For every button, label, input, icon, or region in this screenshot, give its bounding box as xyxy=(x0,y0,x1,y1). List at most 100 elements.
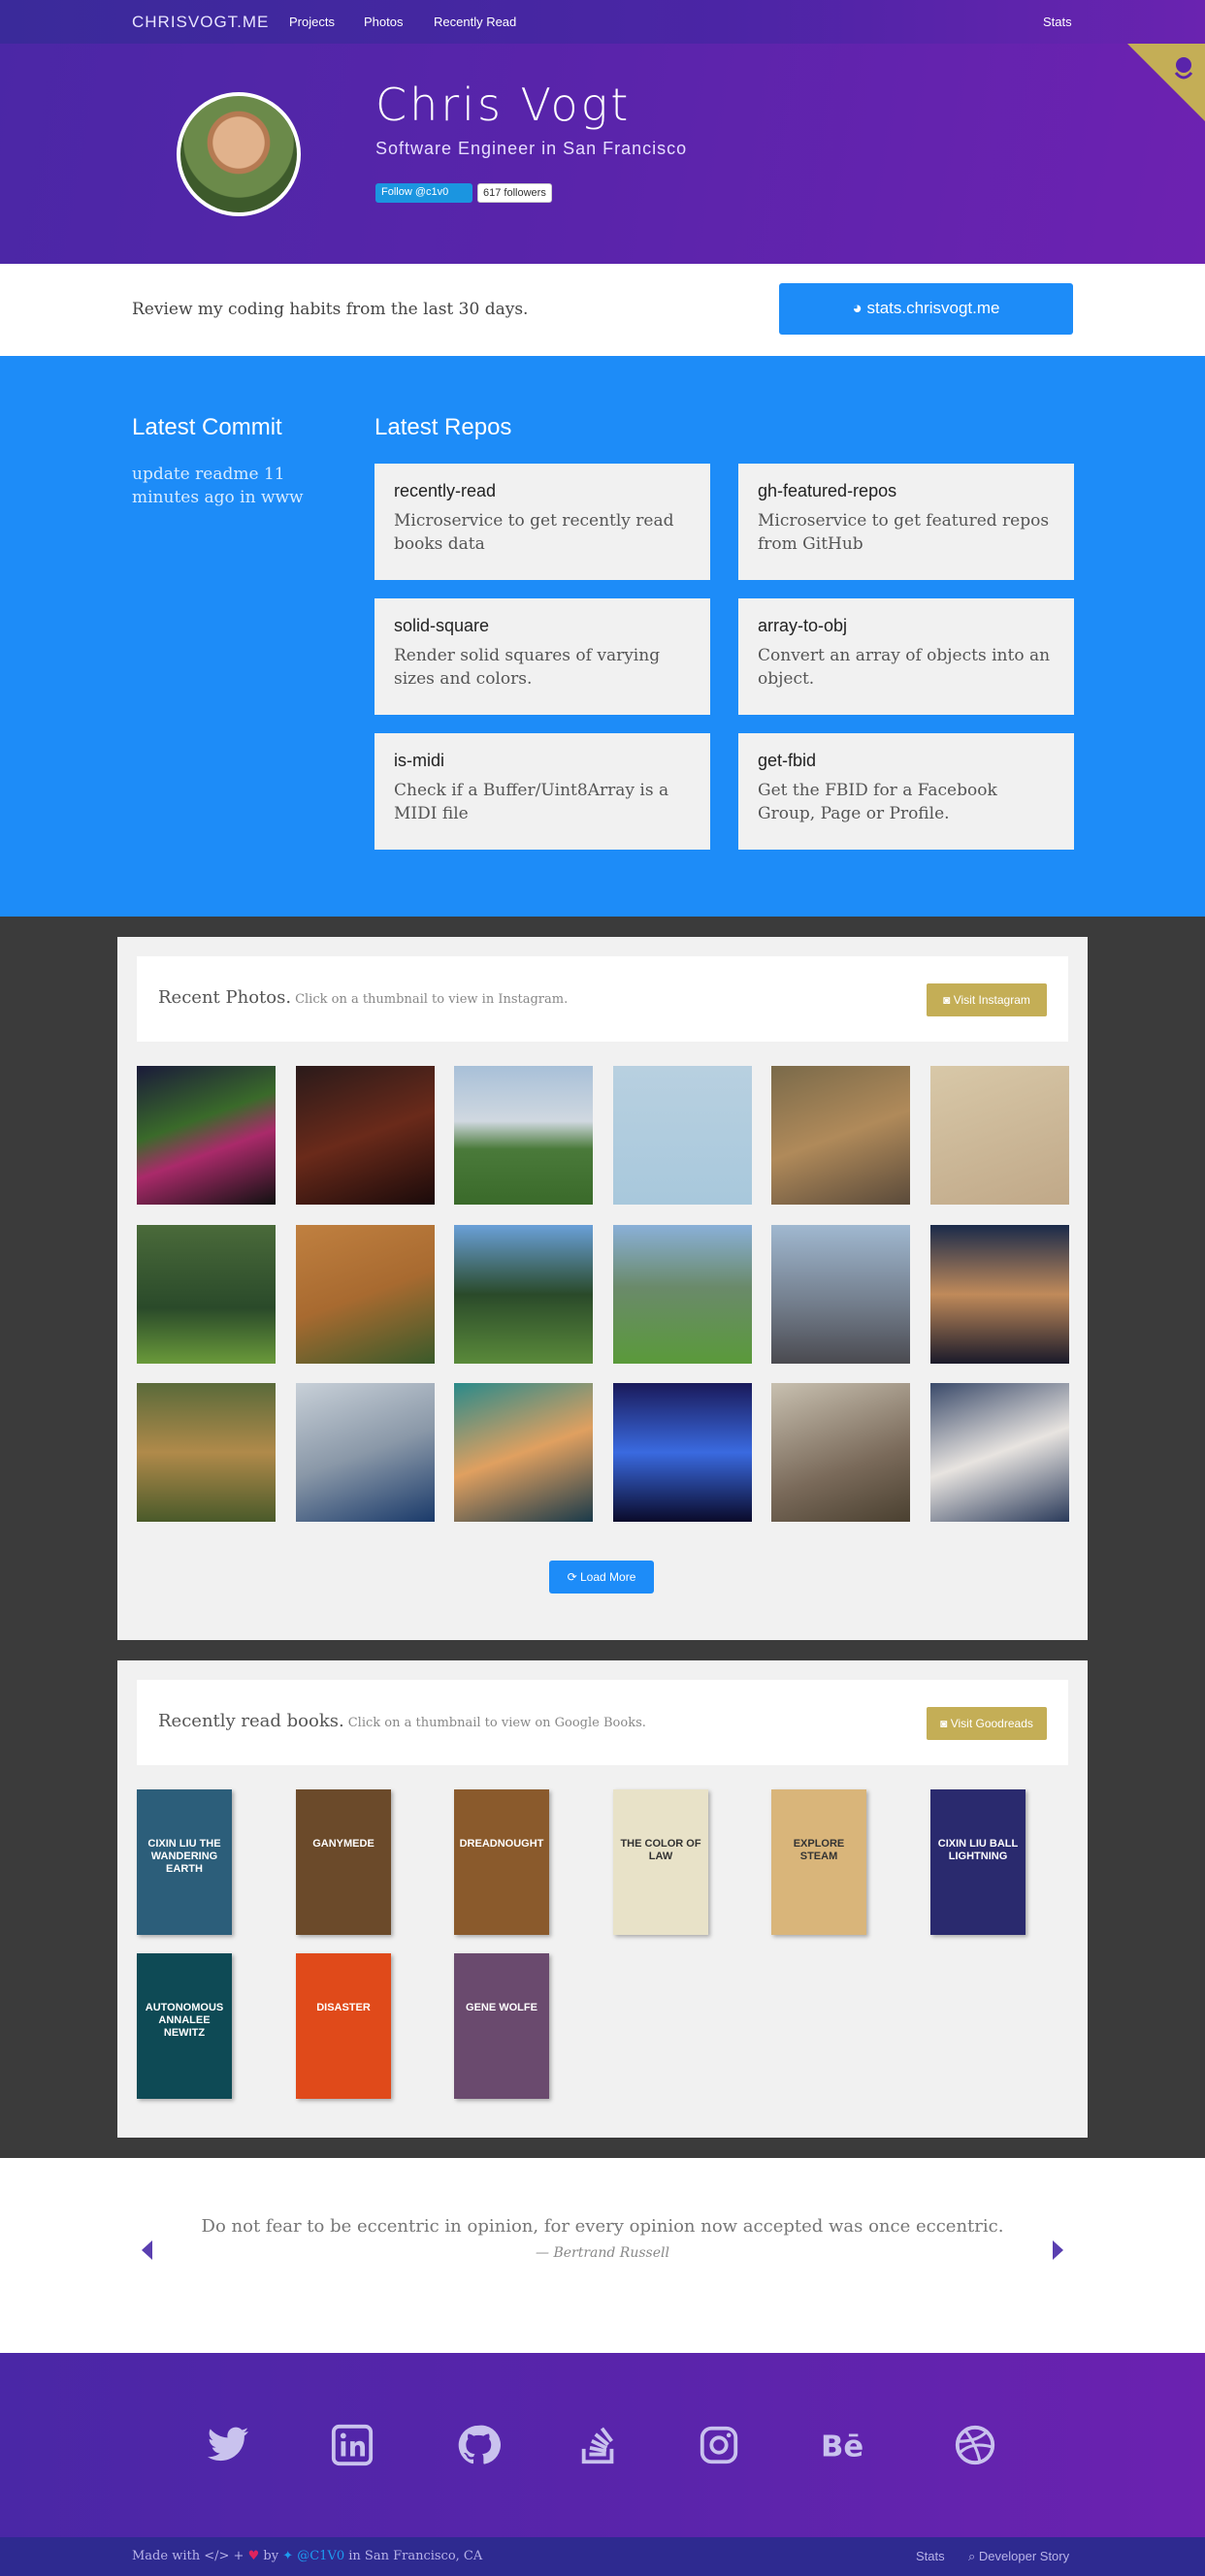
book-cover[interactable]: DREADNOUGHT xyxy=(454,1789,549,1935)
book-cover[interactable]: THE COLOR OF LAW xyxy=(613,1789,708,1935)
photo-thumbnail[interactable] xyxy=(137,1066,276,1205)
nav-link-recently-read[interactable]: Recently Read xyxy=(434,15,516,29)
photos-subtitle: Click on a thumbnail to view in Instagra… xyxy=(295,992,569,1007)
twitter-icon[interactable] xyxy=(206,2423,250,2467)
photo-thumbnail[interactable] xyxy=(137,1225,276,1364)
code-icon: </> xyxy=(204,2549,230,2563)
photo-thumbnail[interactable] xyxy=(771,1383,910,1522)
photo-thumbnail[interactable] xyxy=(930,1383,1069,1522)
book-cover[interactable]: GANYMEDE xyxy=(296,1789,391,1935)
chevron-right-icon[interactable] xyxy=(1053,2240,1063,2260)
books-panel: Recently read books. Click on a thumbnail… xyxy=(117,1660,1088,2138)
twitter-follow-label: Follow @c1v0 xyxy=(381,186,449,198)
book-cover[interactable]: CIXIN LIU BALL LIGHTNING xyxy=(930,1789,1026,1935)
instagram-icon: ◙ xyxy=(943,993,954,1007)
top-navbar: CHRISVOGT.ME Projects Photos Recently Re… xyxy=(0,0,1205,44)
repo-card[interactable]: recently-read Microservice to get recent… xyxy=(375,464,710,580)
by-label: by xyxy=(263,2549,279,2563)
books-subtitle: Click on a thumbnail to view on Google B… xyxy=(347,1716,646,1730)
photo-thumbnail[interactable] xyxy=(771,1066,910,1205)
repo-description: Get the FBID for a Facebook Group, Page … xyxy=(758,781,997,823)
nav-link-stats[interactable]: Stats xyxy=(1043,15,1072,29)
book-title: CIXIN LIU THE WANDERING EARTH xyxy=(147,1838,221,1875)
book-cover[interactable]: EXPLORE STEAM xyxy=(771,1789,866,1935)
avatar xyxy=(177,92,301,216)
photos-title: Recent Photos. Click on a thumbnail to vi… xyxy=(158,987,568,1008)
repo-card[interactable]: is-midi Check if a Buffer/Uint8Array is … xyxy=(375,733,710,850)
commit-message[interactable]: update readme xyxy=(132,465,259,484)
book-cover[interactable]: GENE WOLFE xyxy=(454,1953,549,2099)
repo-description: Microservice to get featured repos from … xyxy=(758,511,1050,554)
profile-name: Chris Vogt xyxy=(375,79,632,131)
nav-link-projects[interactable]: Projects xyxy=(289,15,335,29)
repo-name: recently-read xyxy=(394,481,497,500)
twitter-handle-link[interactable]: @C1V0 xyxy=(297,2549,344,2563)
photo-thumbnail[interactable] xyxy=(930,1225,1069,1364)
photo-thumbnail[interactable] xyxy=(454,1225,593,1364)
visit-instagram-label: Visit Instagram xyxy=(953,993,1030,1007)
commit-repo-link[interactable]: www xyxy=(261,488,304,507)
chevron-left-icon[interactable] xyxy=(142,2240,152,2260)
book-title: CIXIN LIU BALL LIGHTNING xyxy=(937,1838,1019,1862)
instagram-icon[interactable] xyxy=(697,2423,741,2467)
book-title: AUTONOMOUS ANNALEE NEWITZ xyxy=(145,2002,224,2039)
stackoverflow-icon[interactable] xyxy=(576,2423,621,2467)
repo-card[interactable]: gh-featured-repos Microservice to get fe… xyxy=(738,464,1074,580)
stats-button[interactable]: ◕ stats.chrisvogt.me xyxy=(779,283,1073,335)
book-title: DREADNOUGHT xyxy=(459,1838,544,1850)
repo-description: Convert an array of objects into an obje… xyxy=(758,646,1051,689)
book-cover[interactable]: DISASTER xyxy=(296,1953,391,2099)
repo-name: is-midi xyxy=(394,751,444,770)
photo-thumbnail[interactable] xyxy=(296,1066,435,1205)
twitter-follow-button[interactable]: Follow @c1v0 xyxy=(375,183,472,203)
latest-commit-text: update readme 11 minutes ago in www xyxy=(132,463,345,509)
twitter-follower-count[interactable]: 617 followers xyxy=(477,183,552,203)
photo-thumbnail[interactable] xyxy=(613,1066,752,1205)
load-more-button[interactable]: ⟳ Load More xyxy=(549,1561,654,1594)
footer-link-stats[interactable]: Stats xyxy=(916,2549,945,2563)
latest-commit-heading: Latest Commit xyxy=(132,414,282,440)
github-corner-icon[interactable] xyxy=(1127,44,1205,121)
book-title: EXPLORE STEAM xyxy=(793,1838,845,1862)
repo-card[interactable]: array-to-obj Convert an array of objects… xyxy=(738,598,1074,715)
github-icon[interactable] xyxy=(456,2423,501,2467)
visit-goodreads-button[interactable]: ◙ Visit Goodreads xyxy=(927,1707,1047,1740)
repo-card[interactable]: solid-square Render solid squares of var… xyxy=(375,598,710,715)
developer-story-icon: ⌕ xyxy=(968,2549,979,2563)
developer-story-label: Developer Story xyxy=(978,2549,1070,2563)
profile-tagline: Software Engineer in San Francisco xyxy=(375,139,688,158)
repo-description: Render solid squares of varying sizes an… xyxy=(394,646,661,689)
photo-thumbnail[interactable] xyxy=(771,1225,910,1364)
behance-icon[interactable]: Bē xyxy=(821,2423,865,2467)
quote-author: — Bertrand Russell xyxy=(536,2245,669,2261)
stats-button-label: stats.chrisvogt.me xyxy=(866,299,1000,317)
photo-thumbnail[interactable] xyxy=(296,1383,435,1522)
book-title: DISASTER xyxy=(316,2002,371,2013)
book-cover[interactable]: AUTONOMOUS ANNALEE NEWITZ xyxy=(137,1953,232,2099)
footer-bar: Made with </> + ♥ by ✦ @C1V0 in San Fran… xyxy=(0,2537,1205,2576)
site-brand[interactable]: CHRISVOGT.ME xyxy=(132,13,269,32)
photo-thumbnail[interactable] xyxy=(137,1383,276,1522)
photo-thumbnail[interactable] xyxy=(296,1225,435,1364)
photo-thumbnail[interactable] xyxy=(930,1066,1069,1205)
repo-description: Check if a Buffer/Uint8Array is a MIDI f… xyxy=(394,781,669,823)
nav-link-photos[interactable]: Photos xyxy=(364,15,403,29)
books-title-text: Recently read books. xyxy=(158,1711,344,1731)
repo-card[interactable]: get-fbid Get the FBID for a Facebook Gro… xyxy=(738,733,1074,850)
photo-thumbnail[interactable] xyxy=(454,1066,593,1205)
book-cover[interactable]: CIXIN LIU THE WANDERING EARTH xyxy=(137,1789,232,1935)
repo-name: gh-featured-repos xyxy=(758,481,897,500)
footer-link-developer-story[interactable]: ⌕ Developer Story xyxy=(968,2549,1069,2564)
photo-thumbnail[interactable] xyxy=(613,1383,752,1522)
dribbble-icon[interactable] xyxy=(953,2423,997,2467)
stats-bar: Review my coding habits from the last 30… xyxy=(0,264,1205,356)
load-more-label: Load More xyxy=(580,1570,636,1584)
photo-thumbnail[interactable] xyxy=(613,1225,752,1364)
linkedin-icon[interactable] xyxy=(330,2423,375,2467)
book-title: GANYMEDE xyxy=(312,1838,375,1850)
hero-banner: Chris Vogt Software Engineer in San Fran… xyxy=(0,44,1205,264)
twitter-small-icon: ✦ xyxy=(282,2549,294,2563)
photo-thumbnail[interactable] xyxy=(454,1383,593,1522)
repo-description: Microservice to get recently read books … xyxy=(394,511,674,554)
visit-instagram-button[interactable]: ◙ Visit Instagram xyxy=(927,983,1047,1016)
